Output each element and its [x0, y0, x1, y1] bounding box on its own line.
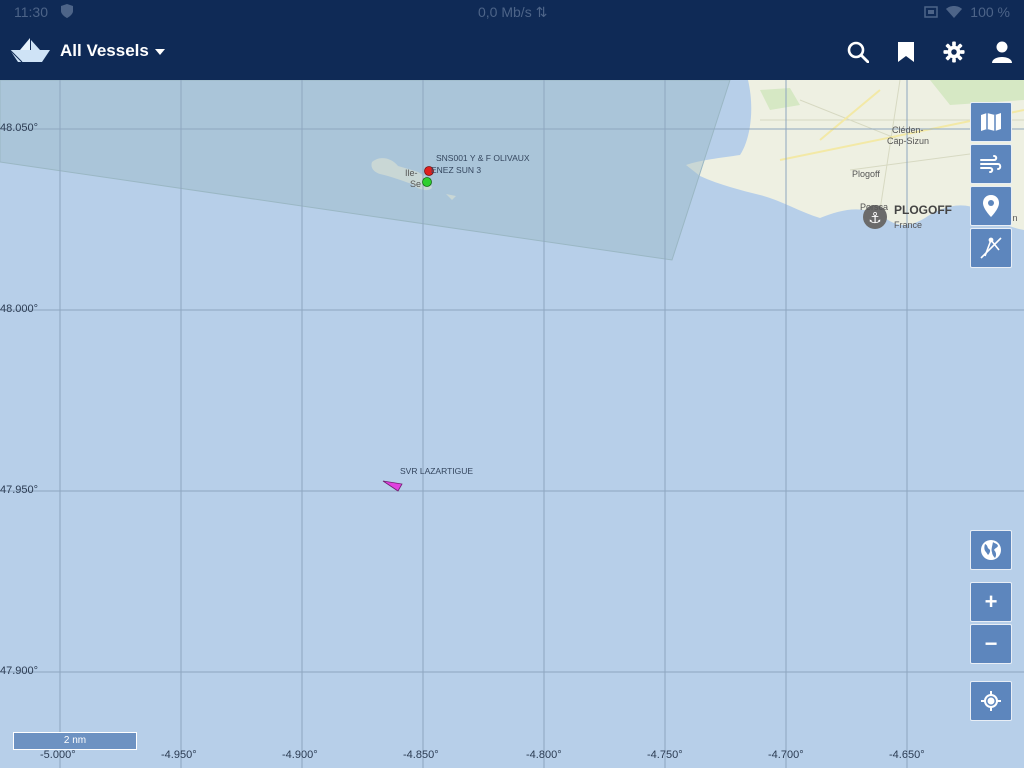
- network-speed: 0,0 Mb/s ⇅: [478, 4, 548, 20]
- place-marker-icon: [983, 195, 999, 217]
- harbor-label-country: France: [894, 220, 923, 230]
- vessel-label-sns001[interactable]: SNS001 Y & F OLIVAUX: [436, 153, 530, 163]
- restricted-zone: [0, 80, 731, 261]
- lon-label-5: -4.800°: [526, 749, 562, 761]
- account-button[interactable]: [990, 38, 1014, 66]
- compass-icon: [980, 237, 1002, 259]
- battery-level: 100 %: [970, 4, 1010, 20]
- vessel-marker-green[interactable]: [422, 177, 432, 187]
- app-bar: All Vessels: [0, 24, 1024, 80]
- lat-label-2: 48.000°: [0, 303, 39, 315]
- status-bar: 11:30 0,0 Mb/s ⇅ 100 %: [0, 0, 1024, 24]
- account-icon: [992, 41, 1012, 63]
- lat-label-4: 47.900°: [0, 665, 39, 677]
- vessel-marker-magenta[interactable]: [382, 480, 403, 492]
- map-canvas[interactable]: ⚓: [0, 80, 1024, 768]
- place-label-se: Se: [410, 179, 422, 189]
- my-location-icon: [981, 691, 1001, 711]
- lon-label-4: -4.850°: [403, 749, 439, 761]
- place-label-ile: Ile-: [405, 168, 418, 178]
- map-layers-button[interactable]: [970, 102, 1012, 142]
- place-label-porsca: Porsca: [860, 202, 889, 212]
- vessel-label-svr-lazartigue[interactable]: SVR LAZARTIGUE: [400, 466, 473, 476]
- plus-icon: +: [984, 589, 998, 614]
- bookmark-icon: [898, 42, 914, 62]
- globe-icon: [981, 540, 1001, 560]
- map-tools-group: [970, 102, 1012, 270]
- status-right: 100 %: [924, 4, 1010, 20]
- logo-ship-icon: [9, 38, 50, 63]
- map-layers-icon: [981, 113, 1001, 131]
- lat-label-1: 48.050°: [0, 122, 39, 134]
- shield-icon: [61, 4, 73, 18]
- measure-button[interactable]: [970, 228, 1012, 268]
- wind-button[interactable]: [970, 144, 1012, 184]
- chevron-down-icon: [154, 49, 165, 55]
- lon-label-3: -4.900°: [282, 749, 318, 761]
- globe-group: [970, 530, 1012, 572]
- vessel-filter-label: All Vessels: [60, 41, 149, 60]
- vessel-filter-dropdown[interactable]: All Vessels: [60, 41, 165, 61]
- search-button[interactable]: [846, 38, 870, 66]
- globe-button[interactable]: [970, 530, 1012, 570]
- wind-icon: [980, 155, 1002, 173]
- zoom-out-button[interactable]: −: [970, 624, 1012, 664]
- minus-icon: −: [984, 631, 998, 656]
- place-label-plogoff-village: Plogoff: [852, 169, 880, 179]
- zoom-group: + −: [970, 582, 1012, 666]
- wifi-icon: [946, 6, 963, 18]
- lon-label-2: -4.950°: [161, 749, 197, 761]
- lat-label-3: 47.950°: [0, 484, 39, 496]
- lon-label-8: -4.650°: [889, 749, 925, 761]
- map-view[interactable]: ⚓ 48.050° 48.000° 47.950° 47.900° -5.000…: [0, 80, 1024, 768]
- search-icon: [847, 41, 869, 63]
- bookmark-button[interactable]: [894, 38, 918, 66]
- status-time: 11:30: [14, 4, 48, 20]
- lon-label-7: -4.700°: [768, 749, 804, 761]
- harbor-label-plogoff[interactable]: PLOGOFF: [894, 203, 952, 217]
- lon-label-6: -4.750°: [647, 749, 683, 761]
- settings-button[interactable]: [942, 38, 966, 66]
- lon-label-1: -5.000°: [40, 749, 76, 761]
- place-label-cleden: Cléden-: [892, 125, 924, 135]
- settings-icon: [943, 41, 965, 63]
- place-label-capsizun: Cap-Sizun: [887, 136, 930, 146]
- my-location-button[interactable]: [970, 681, 1012, 721]
- place-marker-button[interactable]: [970, 186, 1012, 226]
- zoom-in-button[interactable]: +: [970, 582, 1012, 622]
- vessel-label-enez-sun[interactable]: ENEZ SUN 3: [431, 165, 481, 175]
- scale-bar: 2 nm: [13, 732, 137, 750]
- screen-rotate-icon: [924, 6, 939, 18]
- location-group: [970, 681, 1012, 723]
